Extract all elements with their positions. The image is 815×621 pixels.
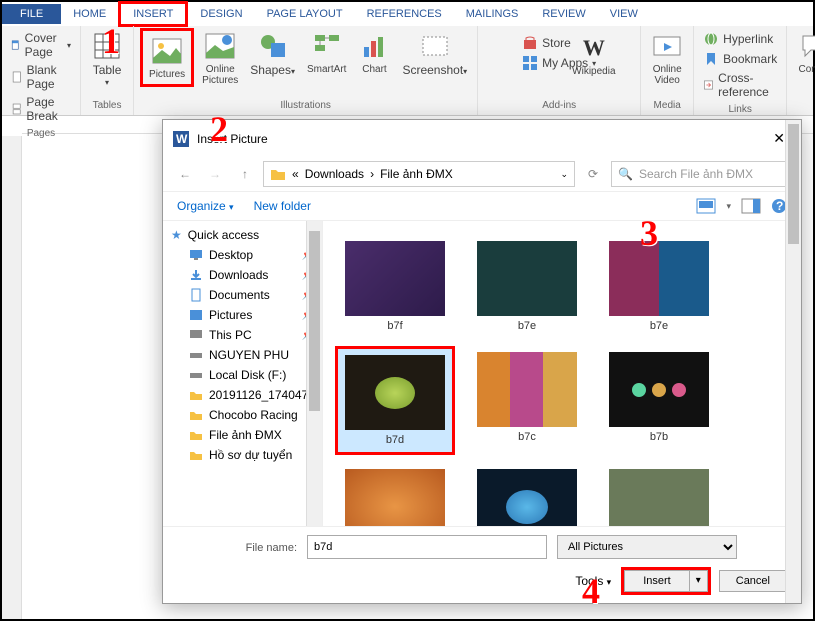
tree-folder-4[interactable]: Hồ sơ dự tuyển [165, 445, 320, 465]
page-break-button[interactable]: Page Break [10, 94, 72, 124]
folder-tree: ★Quick access Desktop📌 Downloads📌 Docume… [163, 221, 323, 526]
svg-text:W: W [176, 132, 188, 146]
tree-quick-access[interactable]: ★Quick access [165, 225, 320, 245]
insert-button[interactable]: Insert ▾ [621, 567, 711, 595]
tree-folder-1[interactable]: 20191126_174047 [165, 385, 320, 405]
file-b7e-2[interactable]: b7e [599, 235, 719, 338]
dialog-title: Insert Picture [197, 132, 268, 146]
breadcrumb[interactable]: « Downloads› File ảnh ĐMX ⌄ [263, 161, 575, 187]
tab-references[interactable]: REFERENCES [355, 4, 454, 24]
hyperlink-button[interactable]: Hyperlink [702, 30, 778, 48]
online-pictures-button[interactable]: Online Pictures [198, 28, 242, 88]
search-icon: 🔍 [618, 167, 633, 181]
up-button[interactable]: ↑ [233, 162, 257, 186]
dialog-bottom: File name: All Pictures Tools ▾ Insert ▾… [163, 526, 801, 603]
forward-button[interactable]: → [203, 162, 227, 186]
insert-dropdown[interactable]: ▾ [690, 570, 708, 592]
callout-2: 2 [210, 108, 228, 150]
tree-downloads[interactable]: Downloads📌 [165, 265, 320, 285]
dialog-titlebar: W Insert Picture ✕ [163, 120, 801, 157]
folder-icon [270, 166, 286, 182]
group-label-addins: Add-ins [542, 98, 576, 113]
group-label-illustrations: Illustrations [280, 98, 331, 113]
ribbon: Cover Page▾ Blank Page Page Break Pages … [2, 26, 813, 116]
group-label-links: Links [729, 102, 752, 117]
tree-thispc[interactable]: This PC📌 [165, 325, 320, 345]
tree-scrollbar[interactable] [306, 221, 322, 526]
file-b7d[interactable]: b7d [335, 346, 455, 455]
file-filter-select[interactable]: All Pictures [557, 535, 737, 559]
bookmark-button[interactable]: Bookmark [702, 50, 778, 68]
file-b7a[interactable]: b7a [335, 463, 455, 526]
tree-pictures[interactable]: Pictures📌 [165, 305, 320, 325]
cancel-button[interactable]: Cancel [719, 570, 787, 592]
dialog-body: ★Quick access Desktop📌 Downloads📌 Docume… [163, 221, 801, 526]
comment-button[interactable]: Comm [793, 28, 815, 77]
tab-mailings[interactable]: MAILINGS [454, 4, 531, 24]
back-button[interactable]: ← [173, 162, 197, 186]
callout-3: 3 [640, 212, 658, 254]
smartart-button[interactable]: SmartArt [303, 28, 350, 77]
screenshot-button[interactable]: Screenshot▾ [398, 28, 471, 79]
chart-button[interactable]: Chart [354, 28, 394, 77]
left-margin [2, 136, 22, 619]
tab-review[interactable]: REVIEW [530, 4, 597, 24]
group-media: Online Video Media [641, 26, 694, 115]
blank-page-button[interactable]: Blank Page [10, 62, 72, 92]
file-extra-1[interactable] [599, 463, 719, 526]
group-illustrations: Pictures Online Pictures Shapes▾ SmartAr… [134, 26, 478, 115]
callout-4: 4 [582, 570, 600, 612]
view-large-icon[interactable] [696, 198, 716, 214]
file-grid: b7f b7e b7e b7d b7c b7b b7a b7 [323, 221, 801, 526]
svg-text:?: ? [776, 199, 783, 213]
file-b7[interactable]: b7 [467, 463, 587, 526]
group-label-tables: Tables [93, 98, 122, 113]
group-links: Hyperlink Bookmark Cross-reference Links [694, 26, 787, 115]
tree-desktop[interactable]: Desktop📌 [165, 245, 320, 265]
tree-folder-3[interactable]: File ảnh ĐMX [165, 425, 320, 445]
ribbon-tab-bar: FILE HOME INSERT DESIGN PAGE LAYOUT REFE… [2, 2, 813, 26]
wikipedia-button[interactable]: W Wikipedia [568, 30, 619, 79]
dialog-nav: ← → ↑ « Downloads› File ảnh ĐMX ⌄ ⟳ 🔍 Se… [163, 157, 801, 192]
preview-pane-icon[interactable] [741, 198, 761, 214]
file-b7c[interactable]: b7c [467, 346, 587, 455]
tab-pagelayout[interactable]: PAGE LAYOUT [255, 4, 355, 24]
tab-file[interactable]: FILE [2, 4, 61, 24]
tree-local[interactable]: Local Disk (F:) [165, 365, 320, 385]
tab-design[interactable]: DESIGN [188, 4, 254, 24]
word-icon: W [173, 131, 189, 147]
crossref-button[interactable]: Cross-reference [702, 70, 778, 100]
refresh-button[interactable]: ⟳ [581, 162, 605, 186]
organize-button[interactable]: Organize ▾ [177, 199, 234, 213]
group-comments: Comm [787, 26, 815, 115]
tree-nguyen[interactable]: NGUYEN PHU [165, 345, 320, 365]
file-b7b[interactable]: b7b [599, 346, 719, 455]
group-label-pages: Pages [27, 126, 55, 141]
group-label-media: Media [654, 98, 681, 113]
filename-label: File name: [246, 542, 297, 554]
view-dropdown[interactable]: ▾ [726, 201, 731, 212]
files-scrollbar[interactable] [785, 221, 801, 526]
group-addins: Store My Apps▾ W Wikipedia Add-ins [478, 26, 641, 115]
pictures-button[interactable]: Pictures [140, 28, 194, 87]
shapes-button[interactable]: Shapes▾ [246, 28, 299, 79]
tab-view[interactable]: VIEW [598, 4, 650, 24]
callout-1: 1 [102, 20, 120, 62]
group-pages: Cover Page▾ Blank Page Page Break Pages [2, 26, 81, 115]
tab-insert[interactable]: INSERT [118, 1, 188, 27]
search-input[interactable]: 🔍 Search File ảnh ĐMX [611, 161, 791, 187]
tree-folder-2[interactable]: Chocobo Racing [165, 405, 320, 425]
cover-page-button[interactable]: Cover Page▾ [10, 30, 72, 60]
file-b7e-1[interactable]: b7e [467, 235, 587, 338]
new-folder-button[interactable]: New folder [254, 199, 311, 213]
file-b7f[interactable]: b7f [335, 235, 455, 338]
filename-input[interactable] [307, 535, 547, 559]
online-video-button[interactable]: Online Video [647, 28, 687, 88]
insert-picture-dialog: W Insert Picture ✕ ← → ↑ « Downloads› Fi… [162, 119, 802, 604]
dialog-toolbar: Organize ▾ New folder ▾ ? [163, 192, 801, 221]
tree-documents[interactable]: Documents📌 [165, 285, 320, 305]
